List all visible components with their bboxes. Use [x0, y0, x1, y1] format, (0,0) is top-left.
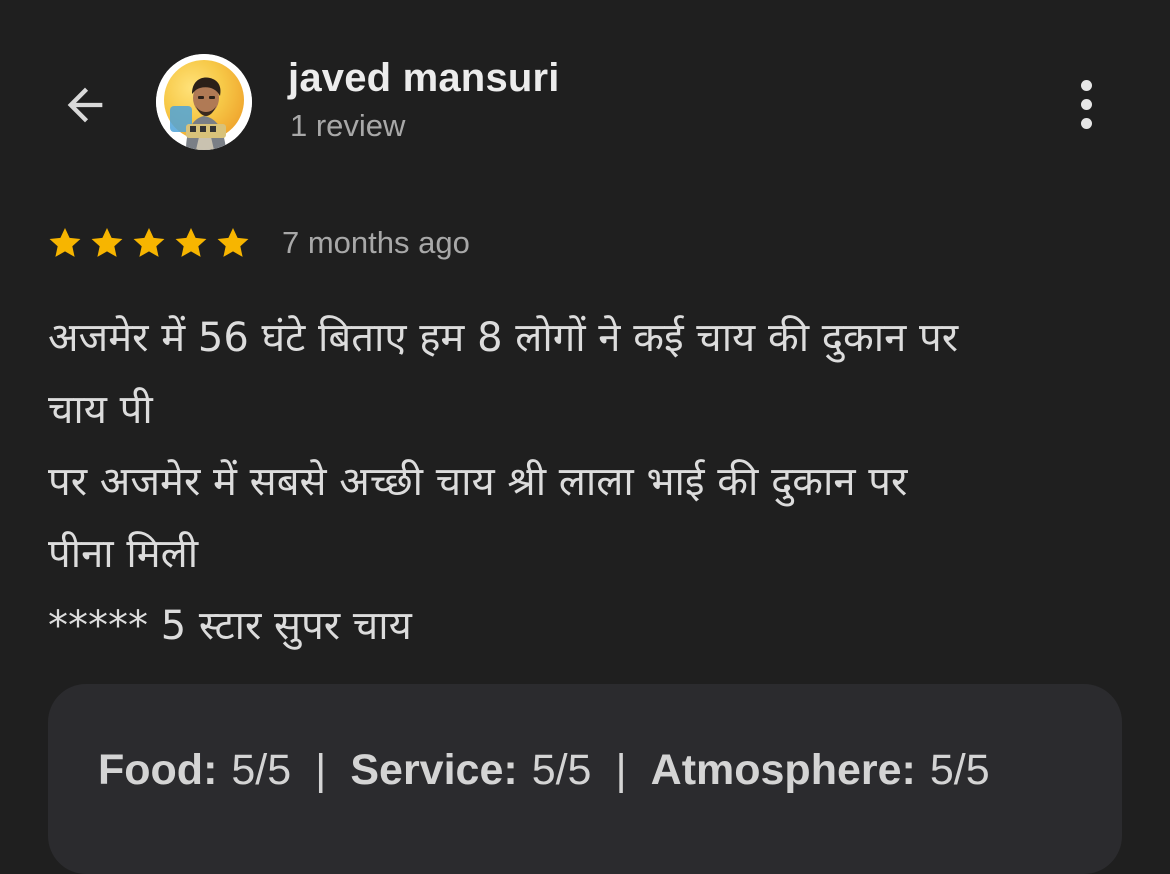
star-icon: [217, 227, 249, 257]
review-line: चाय पी: [48, 387, 153, 433]
attribute-ratings-card: Food: 5/5 | Service: 5/5 | Atmosphere: 5…: [48, 684, 1122, 874]
more-vert-icon-dot: [1080, 79, 1092, 91]
separator: |: [615, 746, 627, 794]
star-icon: [133, 227, 165, 257]
star-rating: [46, 224, 256, 262]
review-line: पर अजमेर में सबसे अच्छी चाय श्री लाला भा…: [48, 459, 908, 505]
atmosphere-label: Atmosphere:: [650, 746, 916, 794]
review-header: javed mansuri 1 review: [0, 0, 1170, 200]
food-label: Food:: [98, 746, 218, 794]
atmosphere-value: 5/5: [929, 746, 990, 794]
review-text[interactable]: अजमेर में 56 घंटे बिताए हम 8 लोगों ने कई…: [48, 302, 1128, 662]
review-line: अजमेर में 56 घंटे बिताए हम 8 लोगों ने कई…: [48, 315, 959, 361]
review-line: पीना मिली: [48, 531, 199, 577]
review-time: 7 months ago: [282, 225, 470, 260]
more-vert-icon-dot: [1080, 117, 1092, 129]
avatar-photo: [156, 54, 252, 150]
avatar[interactable]: [156, 54, 252, 150]
reviewer-name[interactable]: javed mansuri: [288, 56, 560, 101]
star-icon: [175, 227, 207, 257]
review-count[interactable]: 1 review: [290, 108, 405, 144]
food-value: 5/5: [231, 746, 292, 794]
attribute-ratings: Food: 5/5 | Service: 5/5 | Atmosphere: 5…: [98, 746, 990, 795]
star-icon: [91, 227, 123, 257]
review-line: ***** 5 स्टार सुपर चाय: [48, 603, 412, 649]
separator: |: [315, 746, 327, 794]
more-options-button[interactable]: [1060, 72, 1112, 136]
service-label: Service:: [350, 746, 518, 794]
arrow-left-icon: [67, 87, 103, 123]
star-icon: [49, 227, 81, 257]
rating-row: 7 months ago: [46, 220, 470, 266]
service-value: 5/5: [531, 746, 592, 794]
back-button[interactable]: [50, 70, 120, 140]
more-vert-icon-dot: [1080, 98, 1092, 110]
